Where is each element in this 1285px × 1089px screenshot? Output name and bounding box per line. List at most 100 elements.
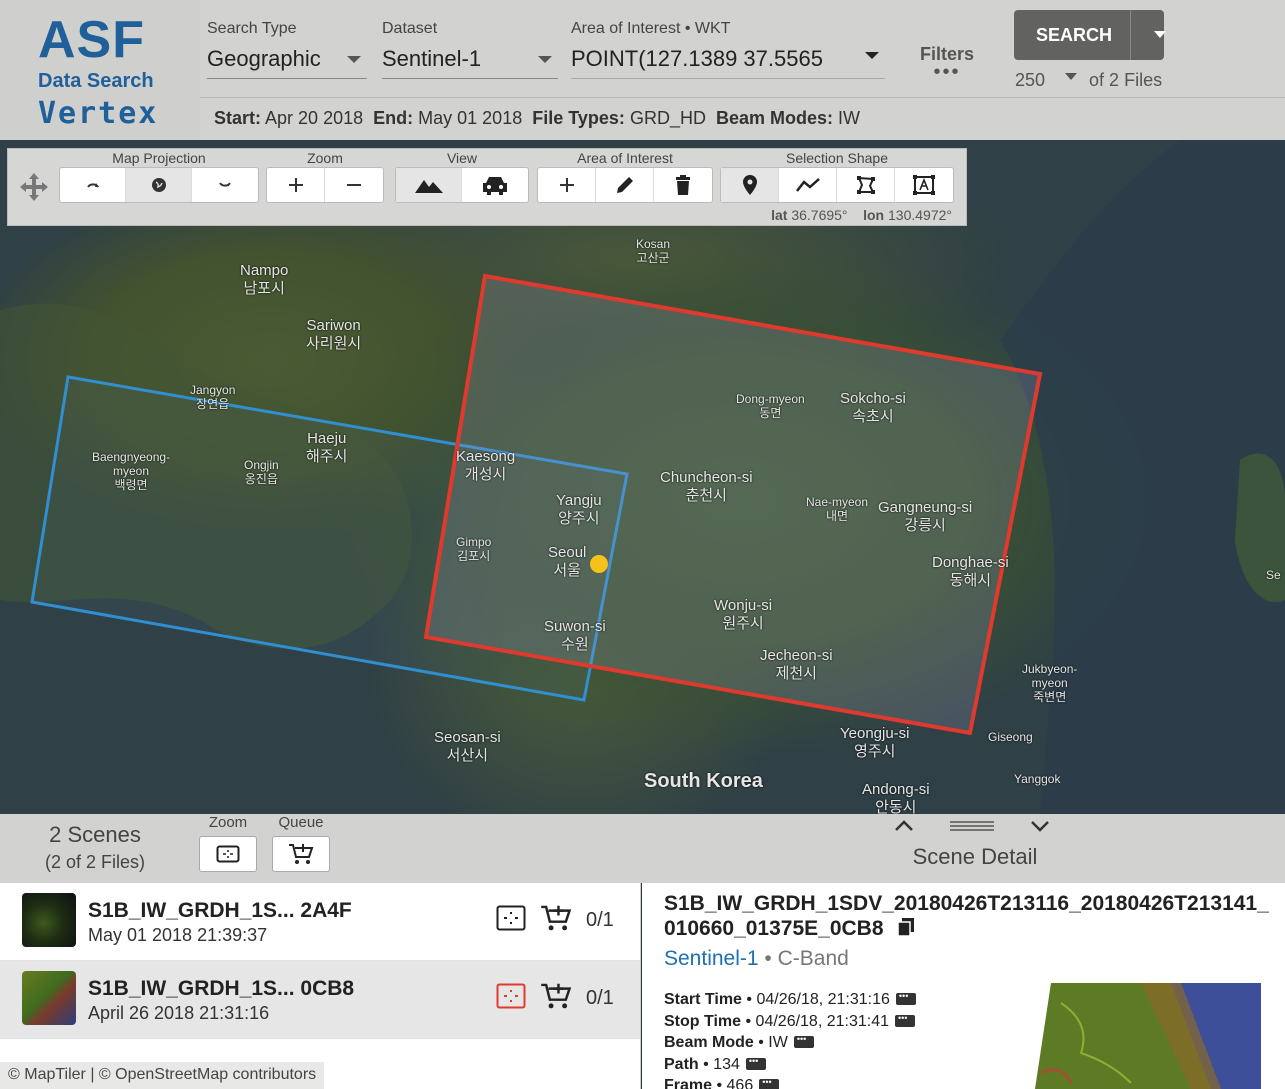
aoi-wkt-field[interactable]: Area of Interest • WKT POINT(127.1389 37… [571,20,885,79]
car-icon [483,177,507,195]
zoom-results-label: Zoom [208,814,248,831]
place-label: Andong-si 안동시 [862,781,930,814]
map-toolbar: Map Projection Zoom View Area of Interes… [7,148,967,226]
stop-time-row: Stop Time • 04/26/18, 21:31:41 [664,1013,915,1031]
chevron-down-icon[interactable] [865,52,879,59]
more-options-icon[interactable] [793,1034,814,1048]
filters-button[interactable]: Filters ••• [915,44,979,83]
scene-browse-image[interactable] [1021,983,1261,1089]
view-label: View [446,150,478,166]
add-to-cart-icon[interactable] [540,903,572,933]
scene-dataset: Sentinel-1 • C-Band [664,947,849,971]
chevron-down-icon [538,56,552,63]
drag-handle-icon[interactable] [950,821,994,831]
search-type-select[interactable]: Search Type Geographic [207,20,367,79]
more-options-icon[interactable] [895,1013,915,1027]
projection-arctic-button[interactable] [60,168,126,202]
globe-icon [151,178,166,192]
aoi-edit-button[interactable] [596,168,654,202]
list-item[interactable]: S1B_IW_GRDH_1S... 2A4F May 01 2018 21:39… [0,883,640,961]
copy-icon[interactable] [897,917,915,937]
satellite-view-button[interactable] [396,168,462,202]
place-label: Ongjin 옹진읍 [244,458,279,486]
zoom-out-button[interactable] [325,168,383,202]
aoi-point-marker[interactable] [590,555,608,573]
start-time-row: Start Time • 04/26/18, 21:31:16 [664,991,916,1009]
linestring-shape-button[interactable] [779,168,837,202]
cursor-coordinates: lat 36.7695° lon 130.4972° [771,207,952,223]
search-type-value: Geographic [207,46,321,71]
projection-antarctic-button[interactable] [192,168,258,202]
search-options-chevron-icon[interactable] [1154,31,1166,38]
pencil-icon [616,177,633,193]
panel-resize-controls [895,820,1049,832]
arctic-icon [86,183,99,188]
move-arrows-icon[interactable] [18,171,50,203]
box-shape-button[interactable] [895,168,953,202]
results-header: 2 Scenes (2 of 2 Files) Zoom Queue Scene… [0,814,1285,883]
dataset-link[interactable]: Sentinel-1 [664,947,759,970]
line-chart-icon [795,178,820,192]
queue-all-button[interactable] [272,836,330,872]
more-dots-icon: ••• [933,61,961,83]
map[interactable]: Nampo 남포시 Sariwon 사리원시 Jangyon 장연읍 Haeju 해주시… [0,140,1285,814]
scene-detail-name: S1B_IW_GRDH_1SDV_20180426T213116_2018042… [664,891,1274,941]
scene-date: May 01 2018 21:39:37 [88,925,268,945]
dataset-value: Sentinel-1 [382,46,482,71]
plus-icon [288,178,303,192]
projection-equatorial-button[interactable] [126,168,192,202]
place-label: Seosan-si 서산시 [434,729,501,764]
scenes-count-label: 2 Scenes [49,822,141,847]
area-of-interest-group: Area of Interest [537,149,713,203]
mountain-icon [414,180,443,193]
place-label: Sokcho-si 속초시 [840,390,906,425]
search-summary: Start: Apr 20 2018 End: May 01 2018 File… [200,97,1285,140]
end-label: End: [373,108,414,128]
aoi-delete-button[interactable] [654,168,712,202]
street-view-button[interactable] [462,168,528,202]
zoom-to-scene-icon[interactable] [496,905,526,931]
scene-detail-panel: S1B_IW_GRDH_1SDV_20180426T213116_2018042… [642,883,1285,1089]
zoom-to-scene-icon[interactable] [496,983,526,1009]
search-button[interactable]: SEARCH [1014,10,1166,60]
zoom-to-results: Zoom [199,814,257,872]
place-label: Kosan 고산군 [636,237,671,265]
place-label: Yanggok [1014,772,1061,786]
chevron-up-icon[interactable] [895,820,913,831]
logo-asf-text: ASF [38,11,145,69]
more-options-icon[interactable] [759,1077,780,1089]
place-label: Jukbyeon-myeon 죽변면 [1022,662,1078,704]
scene-detail-name-text: S1B_IW_GRDH_1SDV_20180426T213116_2018042… [664,892,1269,940]
logo-data-search-text: Data Search [38,70,154,92]
add-to-cart-icon[interactable] [540,981,572,1011]
dataset-select[interactable]: Dataset Sentinel-1 [382,20,558,79]
place-label: Giseong [988,730,1033,744]
plus-icon [559,178,574,192]
dataset-label: Dataset [382,20,438,37]
point-shape-button[interactable] [721,168,779,202]
more-options-icon[interactable] [745,1056,766,1070]
aoi-add-button[interactable] [538,168,596,202]
selection-shape-group: Selection Shape [720,149,954,203]
place-label: Se [1266,568,1281,582]
chevron-down-icon [347,56,361,63]
polygon-icon [856,176,875,194]
zoom-in-button[interactable] [267,168,325,202]
zoom-to-results-button[interactable] [199,836,257,872]
place-label: Gimpo 김포시 [456,535,492,563]
max-results-select[interactable]: 250 of 2 Files [1015,70,1162,91]
chevron-down-icon[interactable] [1031,821,1049,832]
polygon-shape-button[interactable] [837,168,895,202]
asf-logo[interactable]: ASF Data Search Vertex [0,0,200,140]
scene-thumbnail [22,893,76,947]
map-pin-icon [742,175,757,195]
search-type-label: Search Type [207,20,297,37]
list-item-selected[interactable]: S1B_IW_GRDH_1S... 0CB8 April 26 2018 21:… [0,961,640,1039]
map-attribution[interactable]: © MapTiler | © OpenStreetMap contributor… [0,1062,325,1089]
more-options-icon[interactable] [895,991,916,1005]
map-projection-group: Map Projection [59,149,259,203]
search-button-divider [1130,10,1131,60]
logo-vertex-text: Vertex [38,96,159,131]
place-label: Wonju-si 원주시 [714,597,773,632]
scene-date: April 26 2018 21:31:16 [88,1003,270,1023]
